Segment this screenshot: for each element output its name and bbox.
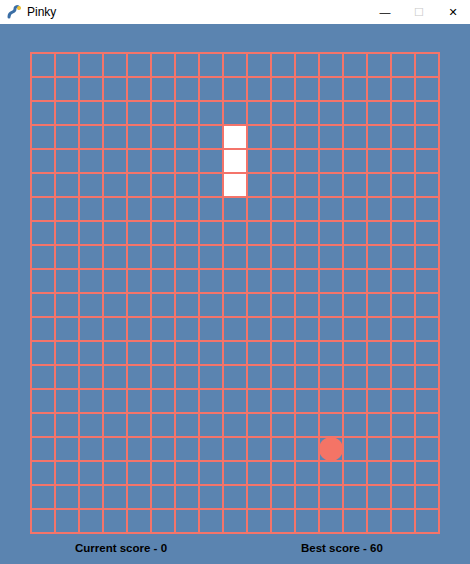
snake-segment — [224, 150, 246, 172]
snake-segment — [224, 174, 246, 196]
window-title: Pinky — [27, 5, 368, 19]
title-bar: Pinky—☐✕ — [0, 0, 470, 24]
food — [319, 437, 343, 461]
window-controls: —☐✕ — [368, 0, 470, 24]
current-score: Current score - 0 — [75, 542, 301, 554]
score-bar: Current score - 0Best score - 60 — [0, 534, 470, 554]
snake-segment — [224, 126, 246, 148]
snake-logo-icon — [6, 4, 22, 20]
minimize-button[interactable]: — — [368, 0, 402, 24]
best-score: Best score - 60 — [301, 542, 383, 554]
close-button[interactable]: ✕ — [436, 0, 470, 24]
game-area: Current score - 0Best score - 60 — [0, 24, 470, 564]
maximize-button: ☐ — [402, 0, 436, 24]
game-board — [30, 52, 440, 534]
